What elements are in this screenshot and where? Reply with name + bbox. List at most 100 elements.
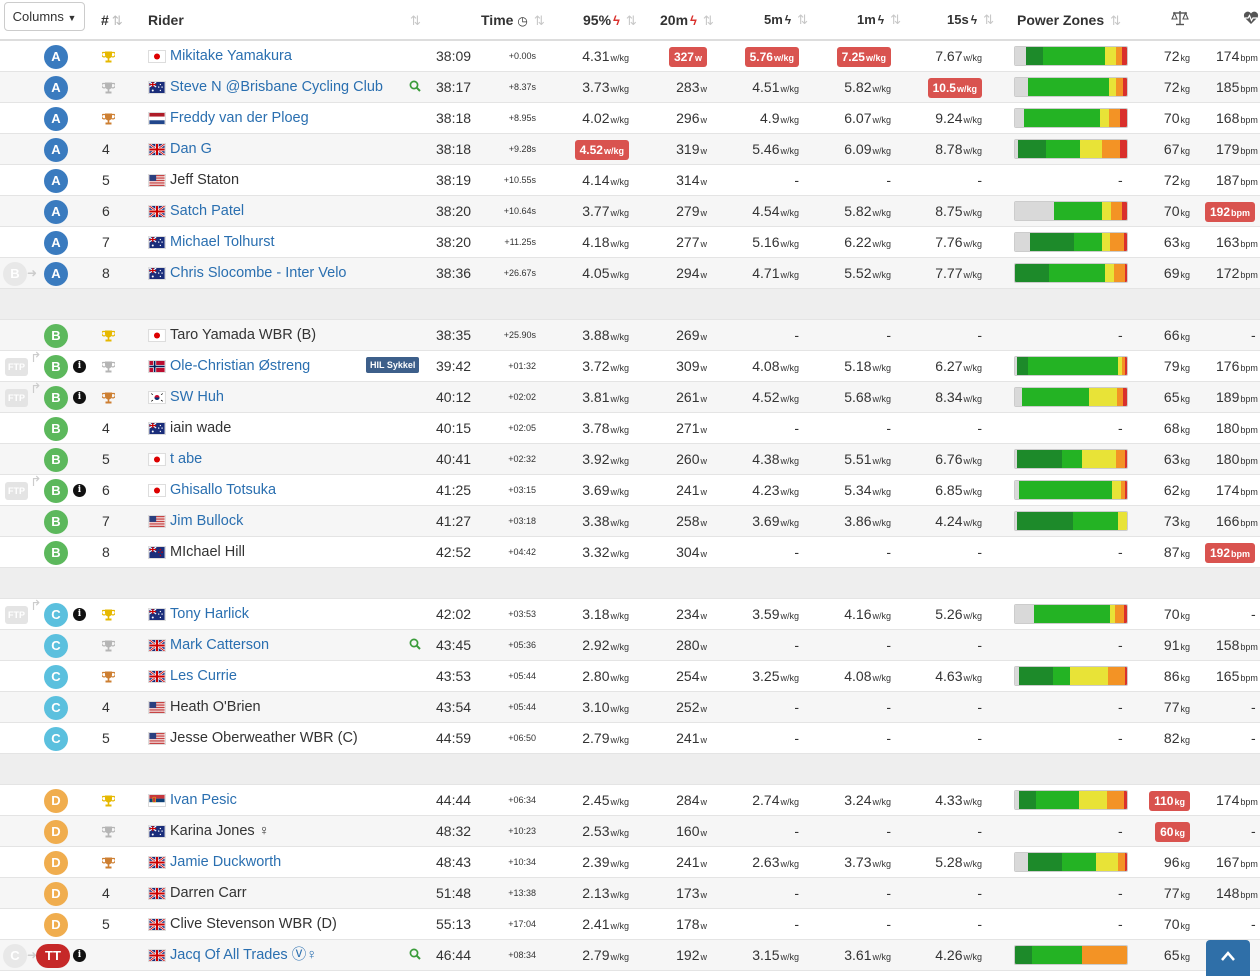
table-row[interactable]: FTP ↱ Bi SW Huh 40:12 +02:02 3.81w/kg 261w 4.52w… [0,380,1260,413]
header-heart-rate[interactable] [1243,11,1259,28]
category-badge: C [44,696,68,720]
table-row[interactable]: B 4 iain wade 40:15 +02:05 3.78w/kg 271w - - - -68… [0,413,1260,444]
rider-weight-value: 72kg [1164,172,1190,188]
search-icon[interactable] [409,948,421,963]
search-icon[interactable] [409,80,421,95]
trophy-icon [100,41,116,72]
table-row[interactable]: A Mikitake Yamakura 38:09 +0.00s 4.31w/kg 327… [0,41,1260,72]
rider-name[interactable]: Ghisallo Totsuka [170,475,276,506]
header-20m[interactable]: 20m ϟ ⇅ [660,12,714,29]
header-time[interactable]: Time ◷ ⇅ [481,12,545,29]
sort-icon[interactable]: ⇅ [404,12,421,29]
rider-name[interactable]: Freddy van der Ploeg [170,103,309,134]
table-row[interactable]: A Steve N @Brisbane Cycling Club 38:17 +8.3… [0,72,1260,103]
flag-icon-nl [148,112,166,125]
table-row[interactable]: C ➜ TT i Jacq Of All Trades Ⓥ♀ 46:44 +08:34 2.7… [0,940,1260,971]
header-95[interactable]: 95% ϟ ⇅ [583,12,637,29]
rider-name[interactable]: t abe [170,444,202,475]
value-number: 86 [1163,668,1180,684]
table-row[interactable]: B 7 Jim Bullock 41:27 +03:18 3.38w/kg 258w 3.69… [0,506,1260,537]
power-15s-value: 4.33w/kg [935,792,982,808]
table-row[interactable]: C Les Currie 43:53 +05:44 2.80w/kg 254w 3.25w/… [0,661,1260,692]
columns-dropdown-button[interactable]: Columns ▼ [4,2,85,31]
table-row[interactable]: B5t abe 40:41 +02:32 3.92w/kg 260w 4.38w/kg 5.… [0,444,1260,475]
unit-label: kg [1180,425,1190,435]
rider-name[interactable]: Tony Harlick [170,599,249,630]
rider-name[interactable]: Dan G [170,134,212,165]
rider-name[interactable]: Steve N @Brisbane Cycling Club [170,72,383,103]
value-number: 5.82 [844,203,872,219]
position-number: 4 [102,699,110,715]
info-icon[interactable]: i [73,608,86,621]
table-row[interactable]: A 7 Michael Tolhurst 38:20 +11.25s 4.18w/kg 27… [0,227,1260,258]
rider-name[interactable]: Mikitake Yamakura [170,41,292,72]
rider-name[interactable]: Les Currie [170,661,237,692]
unit-label: kg [1174,828,1185,838]
table-row[interactable]: D Jamie Duckworth 48:43 +10:34 2.39w/kg 241w 2… [0,847,1260,878]
rider-name: Taro Yamada WBR (B) [170,327,317,343]
table-row[interactable]: A 5 Jeff Staton 38:19 +10.55s 4.14w/kg 314w - - -… [0,165,1260,196]
info-icon[interactable]: i [73,360,86,373]
rider-weight: 68kg [1080,413,1190,444]
header-5m[interactable]: 5m ϟ ⇅ [764,12,808,28]
category-badge: A [44,107,68,131]
rider-name[interactable]: Jim Bullock [170,506,243,537]
table-row[interactable]: FTP ↱ Ci Tony Harlick 42:02 +03:53 3.18w/kg 234… [0,597,1260,630]
table-row[interactable]: D 4 Darren Carr 51:48 +13:38 2.13w/kg 173w - - - -… [0,878,1260,909]
table-row[interactable]: A Freddy van der Ploeg 38:18 +8.95s 4.02w/kg… [0,103,1260,134]
header-weight[interactable] [1171,10,1189,29]
header-zones-label: Power Zones [1017,12,1105,28]
table-row[interactable]: D Ivan Pesic 44:44 +06:34 2.45w/kg 284w 2.74w/… [0,785,1260,816]
table-row[interactable]: B Taro Yamada WBR (B) 38:35 +25.90s 3.88w/kg… [0,320,1260,351]
table-row[interactable]: D 5 Clive Stevenson WBR (D) 55:13 +17:04 2.41… [0,909,1260,940]
sort-icon: ⇅ [797,12,809,27]
trophy-icon [100,847,116,878]
scroll-to-top-button[interactable] [1206,940,1250,976]
rider-name[interactable]: Michael Tolhurst [170,227,275,258]
heart-rate: 158bpm [1216,630,1258,661]
power-15s: - [872,630,982,661]
header-power-zones[interactable]: Power Zones ⇅ [1017,12,1121,29]
power-15s: 6.85w/kg [872,475,982,506]
header-1m[interactable]: 1m ϟ ⇅ [857,12,901,28]
heart-rate: 180bpm [1216,413,1258,444]
info-icon[interactable]: i [73,391,86,404]
rider-name[interactable]: Mark Catterson [170,630,269,661]
table-row[interactable]: A 4 Dan G 38:18 +9.28s 4.52w/kg 319w 5.46w/kg 6.… [0,134,1260,165]
search-icon[interactable] [409,638,421,653]
rider-name[interactable]: Chris Slocombe - Inter Velo [170,258,347,289]
table-row[interactable]: FTP ↱ Bi 6 Ghisallo Totsuka 41:25 +03:15 3.69w/… [0,473,1260,506]
heart-pulse-icon [1243,11,1259,28]
header-rider[interactable]: Rider [148,12,184,28]
table-row[interactable]: B 8 MIchael Hill 42:52 +04:42 3.32w/kg 304w - - -… [0,537,1260,568]
rider-name[interactable]: SW Huh [170,382,224,413]
table-row[interactable]: FTP ↱ Bi Ole-Christian Østreng HIL Sykkel 39:… [0,349,1260,382]
heart-rate-value: 179bpm [1216,141,1258,157]
finish-time: 42:02 [436,606,472,622]
rider-name[interactable]: Satch Patel [170,196,244,227]
heart-rate: - [1251,699,1256,715]
unit-label: w/kg [963,611,982,621]
info-icon[interactable]: i [73,484,86,497]
category-badge: B [44,541,68,565]
table-row[interactable]: C Mark Catterson 43:45 +05:36 2.92w/kg 280w - -… [0,630,1260,661]
rider-name[interactable]: Jamie Duckworth [170,847,281,878]
table-row[interactable]: D Karina Jones ♀ 48:32 +10:23 2.53w/kg 160w - -… [0,816,1260,847]
table-row[interactable]: A 6 Satch Patel 38:20 +10.64s 3.77w/kg 279w 4.5… [0,196,1260,227]
rider-weight: 70kg [1080,196,1190,227]
rider-name: MIchael Hill [170,544,245,560]
header-rank[interactable]: # ⇅ [101,12,123,29]
info-icon[interactable]: i [73,949,86,962]
table-row[interactable]: C 5 Jesse Oberweather WBR (C) 44:59 +06:50 2.… [0,723,1260,754]
rider-weight: 87kg [1080,537,1190,568]
header-15s[interactable]: 15s ϟ ⇅ [947,12,994,28]
rider-name[interactable]: Jacq Of All Trades Ⓥ♀ [170,940,317,971]
value-number: 180 [1216,420,1240,436]
rider-name[interactable]: Ivan Pesic [170,785,237,816]
table-row[interactable]: C 4 Heath O'Brien 43:54 +05:44 3.10w/kg 252w - -… [0,692,1260,723]
team-badge[interactable]: HIL Sykkel [366,357,420,373]
rider-name[interactable]: Ole-Christian Østreng [170,351,310,382]
value-number: 5.26 [935,606,963,622]
table-row[interactable]: B ➜ A 8 Chris Slocombe - Inter Velo 38:36 +26.… [0,258,1260,289]
value-number: 5.68 [844,389,872,405]
